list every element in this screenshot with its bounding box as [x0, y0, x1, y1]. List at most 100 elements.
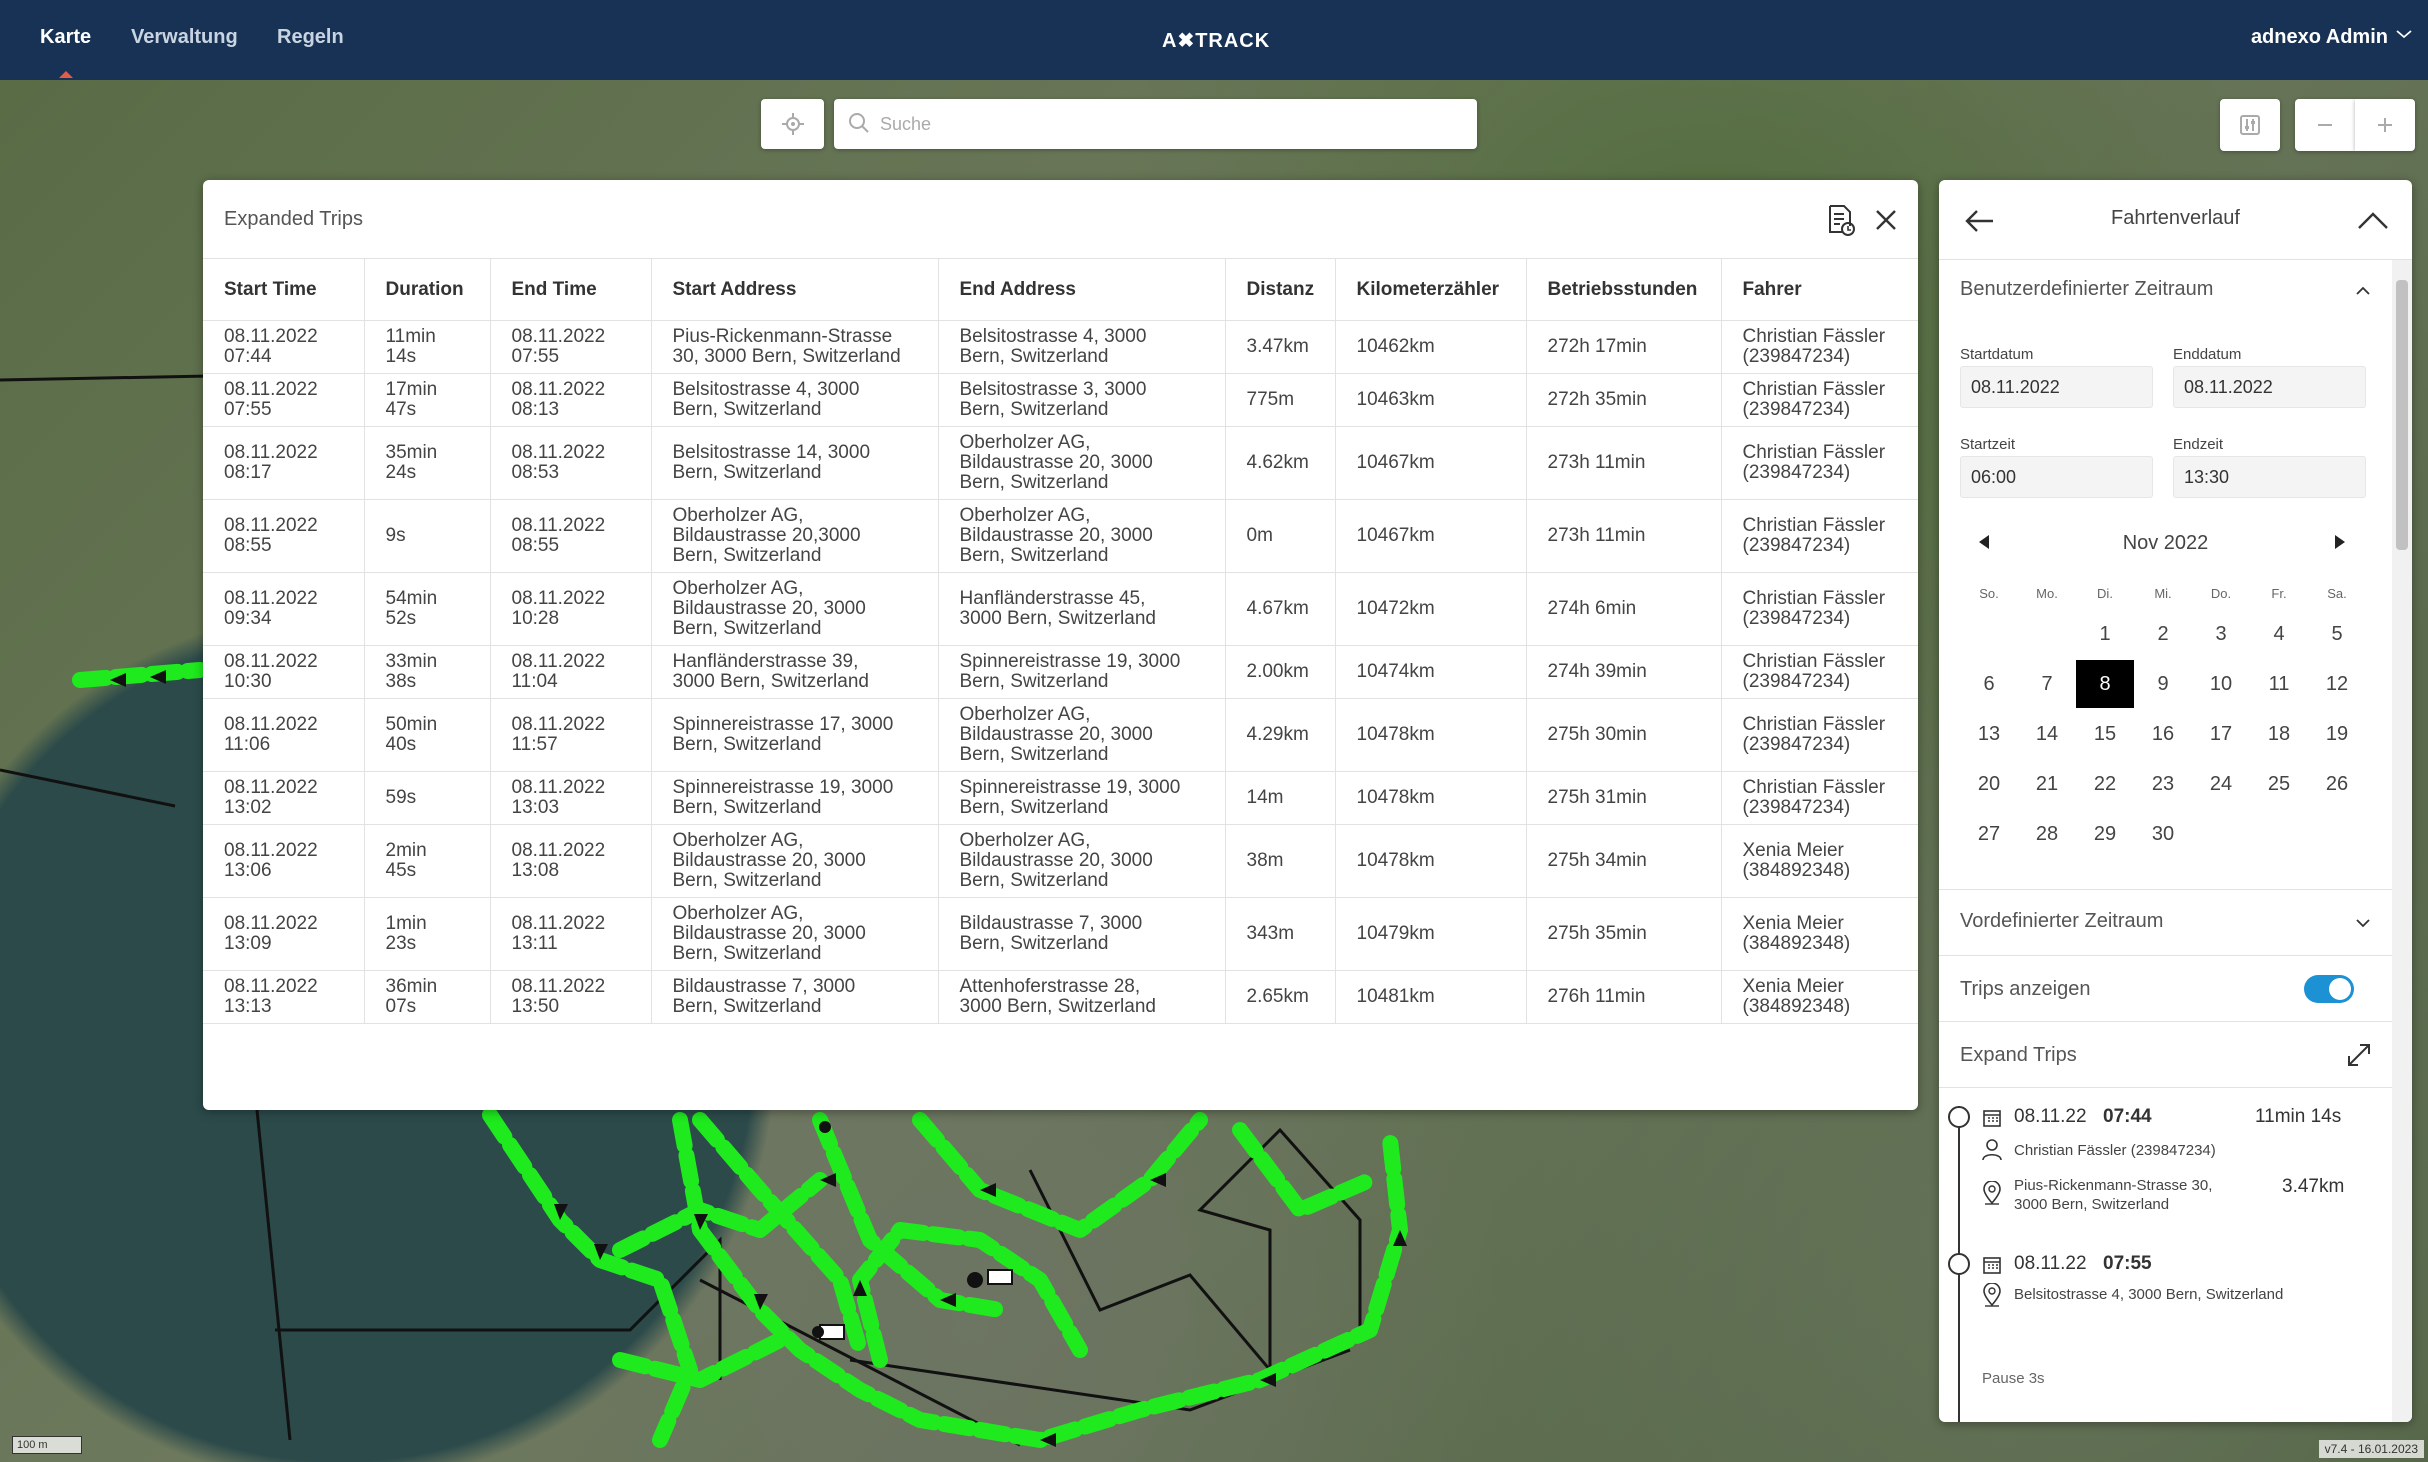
cell-driver: Christian Fässler (239847234) — [1721, 499, 1918, 573]
nav-tab-regeln[interactable]: Regeln — [277, 26, 344, 49]
column-header-end-address[interactable]: End Address — [938, 258, 1226, 321]
cell-start-time: 08.11.2022 13:09 — [203, 897, 365, 971]
search-box — [834, 99, 1477, 149]
table-row[interactable]: 08.11.2022 13:02 59s 08.11.2022 13:03 Spinner… — [203, 771, 1918, 825]
calendar-day[interactable]: 19 — [2308, 710, 2366, 758]
cell-distance: 775m — [1225, 373, 1336, 427]
cell-odometer: 10474km — [1335, 645, 1527, 699]
cell-distance: 38m — [1225, 824, 1336, 898]
table-row[interactable]: 08.11.2022 13:13 36min 07s 08.11.2022 13:50 Bi… — [203, 970, 1918, 1024]
calendar-day[interactable]: 4 — [2250, 610, 2308, 658]
calendar-day[interactable]: 29 — [2076, 810, 2134, 858]
calendar-day[interactable]: 22 — [2076, 760, 2134, 808]
calendar-day[interactable]: 16 — [2134, 710, 2192, 758]
search-input[interactable] — [880, 109, 1460, 139]
close-icon[interactable] — [1872, 206, 1900, 234]
calendar-day[interactable]: 1 — [2076, 610, 2134, 658]
table-row[interactable]: 08.11.2022 11:06 50min 40s 08.11.2022 11:57 Sp… — [203, 698, 1918, 772]
cell-duration: 2min 45s — [364, 824, 491, 898]
predefined-range-section[interactable]: Vordefinierter Zeitraum — [1939, 890, 2392, 956]
calendar-day[interactable]: 27 — [1960, 810, 2018, 858]
calendar-day[interactable]: 7 — [2018, 660, 2076, 708]
start-date-field[interactable] — [1960, 366, 2153, 408]
column-header-start-address[interactable]: Start Address — [651, 258, 939, 321]
nav-tab-verwaltung[interactable]: Verwaltung — [131, 26, 238, 49]
show-trips-toggle[interactable] — [2304, 975, 2354, 1003]
cell-start-address: Belsitostrasse 4, 3000 Bern, Switzerland — [651, 373, 939, 427]
weekday-label: Fr. — [2271, 586, 2287, 601]
cell-end-address: Belsitostrasse 4, 3000 Bern, Switzerland — [938, 320, 1226, 374]
calendar-day[interactable]: 23 — [2134, 760, 2192, 808]
table-row[interactable]: 08.11.2022 13:06 2min 45s 08.11.2022 13:08 Obe… — [203, 824, 1918, 898]
chevron-up-icon[interactable] — [2356, 204, 2390, 238]
cell-end-time: 08.11.2022 13:50 — [490, 970, 652, 1024]
app-logo: A✖TRACK — [1162, 30, 1271, 52]
cell-operating-hours: 275h 31min — [1526, 771, 1722, 825]
calendar-day[interactable]: 24 — [2192, 760, 2250, 808]
calendar-day[interactable]: 5 — [2308, 610, 2366, 658]
zoom-in-button[interactable] — [2355, 99, 2415, 151]
custom-range-label[interactable]: Benutzerdefinierter Zeitraum — [1960, 278, 2213, 301]
calendar-day[interactable]: 9 — [2134, 660, 2192, 708]
column-header-distance[interactable]: Distanz — [1225, 258, 1336, 321]
column-header-duration[interactable]: Duration — [364, 258, 491, 321]
chevron-up-icon[interactable] — [2354, 282, 2372, 300]
column-header-end-time[interactable]: End Time — [490, 258, 652, 321]
calendar-day[interactable]: 28 — [2018, 810, 2076, 858]
calendar-day[interactable]: 10 — [2192, 660, 2250, 708]
calendar-day[interactable]: 26 — [2308, 760, 2366, 808]
table-row[interactable]: 08.11.2022 09:34 54min 52s 08.11.2022 10:28 Ob… — [203, 572, 1918, 646]
calendar-day[interactable]: 20 — [1960, 760, 2018, 808]
expand-trips-row: Expand Trips — [1939, 1022, 2392, 1088]
cell-duration: 59s — [364, 771, 491, 825]
end-date-field[interactable] — [2173, 366, 2366, 408]
zoom-out-button[interactable] — [2295, 99, 2355, 151]
calendar-day[interactable]: 15 — [2076, 710, 2134, 758]
calendar-day[interactable]: 14 — [2018, 710, 2076, 758]
cell-end-time: 08.11.2022 08:55 — [490, 499, 652, 573]
scrollbar-thumb[interactable] — [2396, 280, 2408, 550]
cell-end-time: 08.11.2022 13:03 — [490, 771, 652, 825]
predefined-range-label[interactable]: Vordefinierter Zeitraum — [1960, 910, 2163, 933]
table-row[interactable]: 08.11.2022 07:55 17min 47s 08.11.2022 08:13 Be… — [203, 373, 1918, 427]
nav-tab-karte[interactable]: Karte — [40, 26, 91, 78]
calendar-day[interactable]: 18 — [2250, 710, 2308, 758]
expand-icon[interactable] — [2346, 1042, 2372, 1068]
start-time-field[interactable] — [1960, 456, 2153, 498]
cell-end-time: 08.11.2022 08:53 — [490, 426, 652, 500]
cell-end-address: Oberholzer AG, Bildaustrasse 20, 3000 Bern… — [938, 499, 1226, 573]
calendar-day[interactable]: 25 — [2250, 760, 2308, 808]
calendar-day[interactable]: 11 — [2250, 660, 2308, 708]
table-row[interactable]: 08.11.2022 10:30 33min 38s 08.11.2022 11:04 Ha… — [203, 645, 1918, 699]
column-header-odometer[interactable]: Kilometerzähler — [1335, 258, 1527, 321]
column-header-operating-hours[interactable]: Betriebsstunden — [1526, 258, 1722, 321]
calendar-day[interactable]: 2 — [2134, 610, 2192, 658]
calendar-day[interactable]: 17 — [2192, 710, 2250, 758]
chevron-down-icon[interactable] — [2354, 914, 2372, 932]
next-month-icon[interactable] — [2333, 534, 2347, 550]
table-row[interactable]: 08.11.2022 07:44 11min 14s 08.11.2022 07:55 Pi… — [203, 320, 1918, 374]
calendar-day-selected[interactable]: 8 — [2076, 660, 2134, 708]
calendar-day[interactable]: 12 — [2308, 660, 2366, 708]
layer-filter-button[interactable] — [2220, 99, 2280, 151]
calendar-day[interactable]: 3 — [2192, 610, 2250, 658]
calendar-day[interactable]: 21 — [2018, 760, 2076, 808]
locate-button[interactable] — [761, 99, 824, 149]
end-time-field[interactable] — [2173, 456, 2366, 498]
calendar-icon — [1983, 1110, 2001, 1127]
panel-scrollbar[interactable] — [2392, 260, 2412, 1422]
table-row[interactable]: 08.11.2022 08:55 9s 08.11.2022 08:55 Oberholz… — [203, 499, 1918, 573]
calendar-day[interactable]: 6 — [1960, 660, 2018, 708]
table-row[interactable]: 08.11.2022 08:17 35min 24s 08.11.2022 08:53 Be… — [203, 426, 1918, 500]
weekday-label: Di. — [2097, 586, 2113, 601]
calendar-day[interactable]: 30 — [2134, 810, 2192, 858]
chevron-down-icon[interactable] — [2394, 24, 2414, 44]
table-row[interactable]: 08.11.2022 13:09 1min 23s 08.11.2022 13:11 Obe… — [203, 897, 1918, 971]
pause-label: Pause 3s — [1982, 1370, 2045, 1387]
cell-odometer: 10472km — [1335, 572, 1527, 646]
column-header-driver[interactable]: Fahrer — [1721, 258, 1918, 321]
calendar-day[interactable]: 13 — [1960, 710, 2018, 758]
column-header-start-time[interactable]: Start Time — [203, 258, 365, 321]
user-menu[interactable]: adnexo Admin — [2251, 26, 2388, 49]
export-file-icon[interactable] — [1826, 204, 1856, 236]
